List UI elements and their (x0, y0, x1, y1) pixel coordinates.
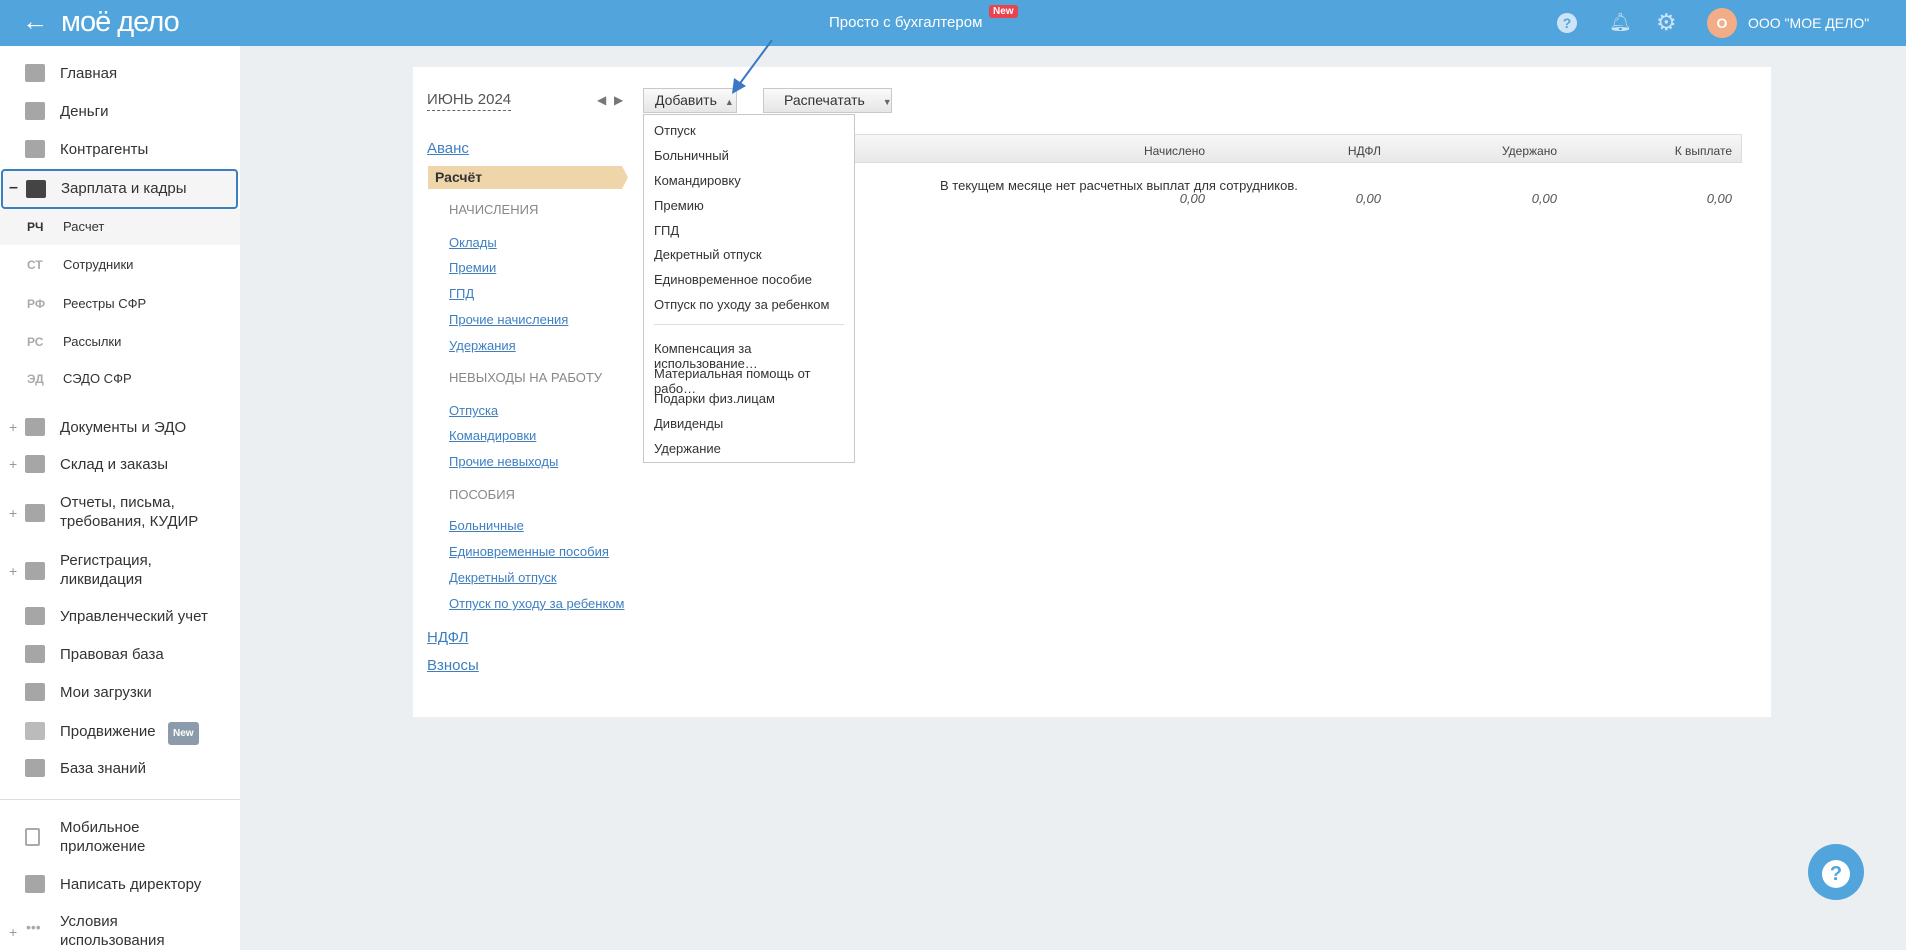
menu-item[interactable]: Дивиденды (654, 416, 723, 431)
sub-item-mailings[interactable]: РС Рассылки (0, 324, 240, 360)
menu-item[interactable]: Подарки физ.лицам (654, 391, 775, 406)
new-badge: New (989, 5, 1018, 18)
person-icon (25, 140, 45, 158)
nav-link[interactable]: Прочие невыходы (449, 454, 558, 469)
col-withheld: Удержано (1501, 144, 1557, 158)
expand-icon[interactable]: + (9, 418, 17, 437)
menu-item[interactable]: Командировку (654, 173, 741, 188)
help-fab[interactable]: ? (1808, 844, 1864, 900)
nav-link[interactable]: ГПД (449, 286, 474, 301)
caption-benefits: ПОСОБИЯ (449, 487, 515, 502)
nav-avans[interactable]: Аванс (427, 140, 469, 157)
cart-icon (25, 455, 45, 473)
back-arrow-icon[interactable]: ← (22, 6, 48, 37)
bell-icon[interactable]: 🔔︎ (1609, 12, 1632, 33)
menu-item[interactable]: Больничный (654, 148, 729, 163)
add-dropdown-menu: Отпуск Больничный Командировку Премию ГП… (643, 114, 855, 463)
phone-icon (25, 828, 40, 846)
logo[interactable]: моё дело (61, 6, 180, 39)
sub-item-raschet[interactable]: РЧ Расчет (0, 209, 240, 245)
next-period-icon[interactable]: ▶ (614, 93, 623, 107)
total-withheld: 0,00 (1531, 191, 1557, 206)
company-name[interactable]: ООО "МОЕ ДЕЛО" (1748, 15, 1869, 31)
nav-raschet[interactable]: Расчёт (428, 166, 628, 189)
payroll-panel: ИЮНЬ 2024 ◀ ▶ Добавить ▲ Распечатать ▼ Ава… (413, 67, 1771, 717)
total-accrued: 0,00 (1179, 191, 1205, 206)
nav-link[interactable]: Единовременные пособия (449, 544, 609, 559)
sidebar: Главная Деньги Контрагенты – Зарплата и … (0, 46, 240, 950)
avatar[interactable]: О (1707, 8, 1737, 38)
nav-vznosy[interactable]: Взносы (427, 657, 479, 674)
top-header: ← моё дело Просто с бухгалтером New ? 🔔︎… (0, 0, 1906, 46)
menu-item[interactable]: Отпуск (654, 123, 696, 138)
ruble-icon (25, 607, 45, 625)
sub-item-sedo[interactable]: ЭД СЭДО СФР (0, 361, 240, 397)
annotation-arrow-icon (732, 39, 773, 94)
menu-item[interactable]: Декретный отпуск (654, 247, 762, 262)
print-button[interactable]: Распечатать ▼ (763, 88, 892, 113)
registration-icon (25, 562, 45, 580)
folder-icon (25, 683, 45, 701)
caption-accruals: НАЧИСЛЕНИЯ (449, 202, 539, 217)
menu-item[interactable]: Отпуск по уходу за ребенком (654, 297, 829, 312)
menu-item[interactable]: Единовременное пособие (654, 272, 812, 287)
wallet-icon (26, 180, 46, 198)
folder-icon (25, 418, 45, 436)
menu-item[interactable]: Удержание (654, 441, 721, 456)
help-icon: ? (1822, 859, 1850, 888)
gear-icon[interactable]: ⚙ (1656, 9, 1677, 36)
nav-ndfl[interactable]: НДФЛ (427, 629, 468, 646)
sidebar-item-salary[interactable]: – Зарплата и кадры (1, 169, 238, 209)
nav-link[interactable]: Отпуск по уходу за ребенком (449, 596, 624, 611)
more-dots-icon: ••• (26, 919, 41, 935)
nav-link[interactable]: Премии (449, 260, 496, 275)
nav-link[interactable]: Командировки (449, 428, 536, 443)
nav-link[interactable]: Больничные (449, 518, 524, 533)
caption-absences: НЕВЫХОДЫ НА РАБОТУ (449, 370, 603, 385)
nav-link[interactable]: Удержания (449, 338, 516, 353)
empty-message: В текущем месяце нет расчетных выплат дл… (940, 178, 1298, 193)
expand-icon[interactable]: + (9, 562, 17, 581)
sub-item-sfr-registers[interactable]: РФ Реестры СФР (0, 286, 240, 322)
chart-icon (25, 722, 45, 740)
total-ndfl: 0,00 (1355, 191, 1381, 206)
period-selector[interactable]: ИЮНЬ 2024 (427, 91, 512, 111)
total-payout: 0,00 (1706, 191, 1732, 206)
sub-item-employees[interactable]: СТ Сотрудники (0, 247, 240, 283)
home-icon (25, 64, 45, 82)
nav-link[interactable]: Оклады (449, 235, 497, 250)
nav-link[interactable]: Прочие начисления (449, 312, 568, 327)
col-payout: К выплате (1674, 144, 1732, 158)
graduation-cap-icon (25, 759, 45, 777)
nav-link[interactable]: Отпуска (449, 403, 498, 418)
divider (0, 799, 240, 800)
briefcase-icon (25, 645, 45, 663)
expand-icon[interactable]: + (9, 504, 17, 523)
money-icon (25, 102, 45, 120)
caret-down-icon: ▼ (882, 97, 892, 107)
menu-item[interactable]: ГПД (654, 223, 679, 238)
chat-icon (25, 875, 45, 893)
accountant-link[interactable]: Просто с бухгалтером (829, 14, 982, 31)
help-icon[interactable]: ? (1557, 13, 1577, 33)
menu-item[interactable]: Премию (654, 198, 704, 213)
nav-link[interactable]: Декретный отпуск (449, 570, 557, 585)
expand-icon[interactable]: + (9, 455, 17, 474)
caret-up-icon: ▲ (724, 97, 734, 107)
expand-icon[interactable]: + (9, 923, 17, 942)
new-badge: New (168, 722, 199, 745)
col-accrued: Начислено (1143, 144, 1205, 158)
col-ndfl: НДФЛ (1347, 144, 1381, 158)
prev-period-icon[interactable]: ◀ (597, 93, 606, 107)
menu-divider (654, 324, 844, 325)
report-icon (25, 504, 45, 522)
collapse-icon[interactable]: – (9, 179, 18, 197)
